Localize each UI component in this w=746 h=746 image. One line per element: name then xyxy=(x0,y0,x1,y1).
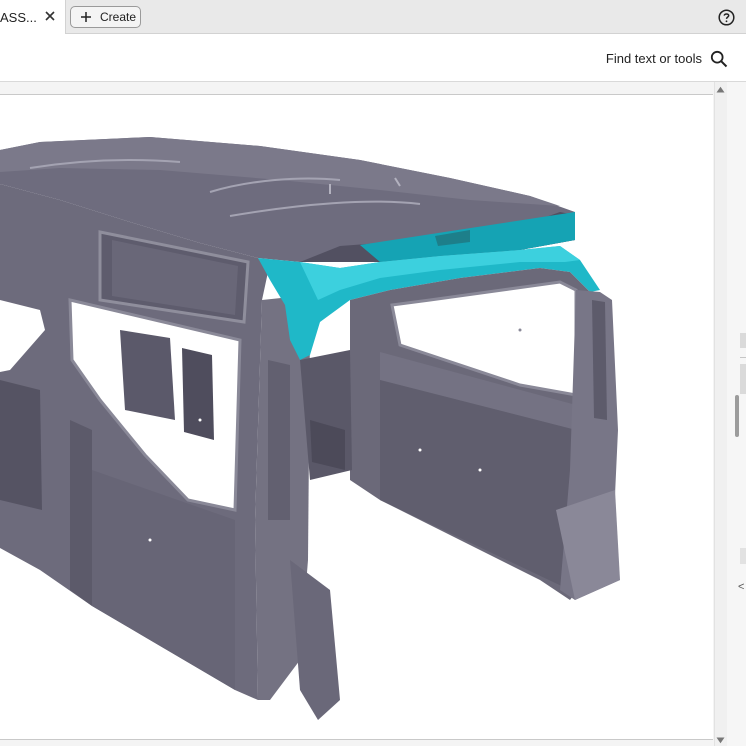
close-icon[interactable] xyxy=(43,9,57,23)
tab-bar: ASS... Create xyxy=(0,0,746,34)
chevron-up-icon[interactable] xyxy=(716,86,725,93)
vehicle-body-3d-model[interactable] xyxy=(0,95,713,740)
top-toolbar: Find text or tools xyxy=(0,34,746,82)
vertical-scrollbar[interactable] xyxy=(714,82,727,746)
document-tab[interactable]: ASS... xyxy=(0,0,66,34)
search-icon[interactable] xyxy=(710,50,728,68)
help-icon[interactable] xyxy=(718,9,735,26)
find-text-or-tools-label[interactable]: Find text or tools xyxy=(606,51,702,66)
right-panel-divider xyxy=(740,357,746,358)
create-button-label: Create xyxy=(100,10,137,24)
right-panel-scroll-thumb[interactable] xyxy=(735,395,739,437)
chevron-down-icon[interactable] xyxy=(716,737,725,744)
right-panel-item[interactable] xyxy=(740,333,746,348)
right-panel-collapse-toggle[interactable] xyxy=(740,548,746,564)
right-panel-item[interactable] xyxy=(740,364,746,394)
create-button[interactable]: Create xyxy=(70,6,141,28)
plus-icon xyxy=(81,12,91,22)
document-tab-title: ASS... xyxy=(0,10,37,25)
right-panel-expand-arrow[interactable]: < xyxy=(738,581,744,593)
